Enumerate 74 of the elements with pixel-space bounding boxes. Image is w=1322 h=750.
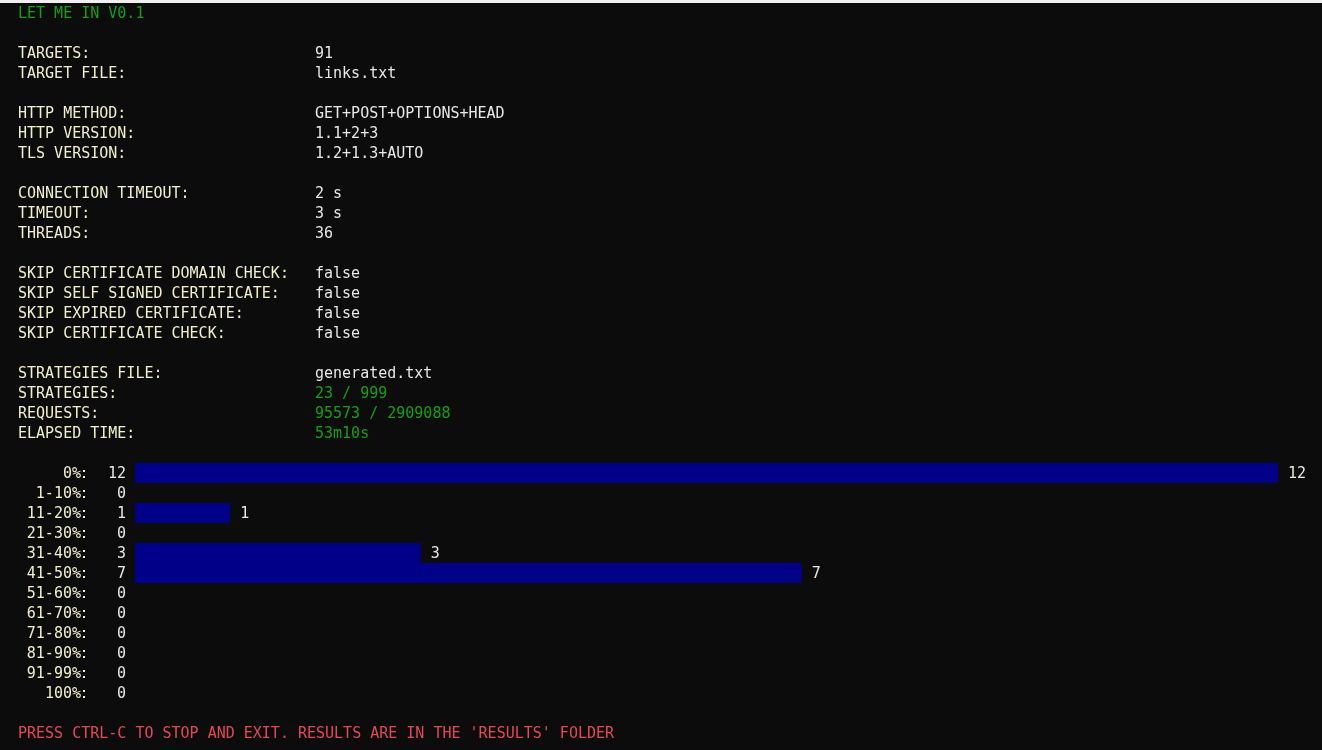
- setting-value: GET+POST+OPTIONS+HEAD: [315, 103, 505, 123]
- count-value: 0: [116, 604, 126, 622]
- range-label: 61-70%: [26, 604, 81, 622]
- setting-label: ELAPSED TIME:: [18, 423, 137, 443]
- setting-value: 91: [315, 43, 334, 63]
- setting-label: REQUESTS:: [18, 403, 101, 423]
- range-label: 31-40%: [26, 544, 81, 562]
- setting-label: SKIP SELF SIGNED CERTIFICATE:: [18, 283, 281, 303]
- setting-label: TLS VERSION:: [18, 143, 128, 163]
- range-label: 1-10%: [35, 484, 81, 502]
- setting-value: 2 s: [315, 183, 343, 203]
- setting-label: SKIP EXPIRED CERTIFICATE:: [18, 303, 245, 323]
- range-label: 0%: [62, 464, 81, 482]
- setting-value: 53m10s: [315, 423, 370, 443]
- app-title: LET ME IN V0.1: [18, 3, 145, 23]
- colon-separator: [83, 570, 85, 578]
- exit-hint: PRESS CTRL-C TO STOP AND EXIT. RESULTS ARE IN THE 'RESULTS' FOLDER: [18, 723, 615, 743]
- range-label: 21-30%: [26, 524, 81, 542]
- setting-value: false: [315, 283, 361, 303]
- range-label: 91-99%: [26, 664, 81, 682]
- colon-separator: [83, 610, 85, 618]
- range-label: 41-50%: [26, 564, 81, 582]
- setting-value: 3 s: [315, 203, 343, 223]
- setting-label: STRATEGIES FILE:: [18, 363, 164, 383]
- colon-separator: [83, 690, 85, 698]
- count-value: 7: [116, 564, 126, 582]
- range-label: 71-80%: [26, 624, 81, 642]
- range-label: 100%: [44, 684, 81, 702]
- count-value: 0: [116, 484, 126, 502]
- count-value: 0: [116, 624, 126, 642]
- setting-value: 36: [315, 223, 334, 243]
- count-value: 0: [116, 664, 126, 682]
- range-label: 11-20%: [26, 504, 81, 522]
- colon-separator: [83, 670, 85, 678]
- colon-separator: [83, 550, 85, 558]
- range-label: 51-60%: [26, 584, 81, 602]
- setting-value: 1.1+2+3: [315, 123, 379, 143]
- bar-value-label: 7: [811, 564, 821, 582]
- setting-value: 95573 / 2909088: [315, 403, 451, 423]
- colon-separator: [83, 490, 85, 498]
- colon-separator: [83, 510, 85, 518]
- setting-label: HTTP METHOD:: [18, 103, 128, 123]
- setting-label: SKIP CERTIFICATE DOMAIN CHECK:: [18, 263, 290, 283]
- count-value: 0: [116, 584, 126, 602]
- count-value: 3: [116, 544, 126, 562]
- colon-separator: [83, 470, 85, 478]
- setting-label: STRATEGIES:: [18, 383, 119, 403]
- count-value: 0: [116, 644, 126, 662]
- colon-separator: [83, 650, 85, 658]
- count-value: 1: [116, 504, 126, 522]
- colon-separator: [83, 530, 85, 538]
- setting-value: false: [315, 323, 361, 343]
- setting-value: false: [315, 303, 361, 323]
- setting-label: TARGETS:: [18, 43, 92, 63]
- count-value: 12: [107, 464, 126, 482]
- setting-value: false: [315, 263, 361, 283]
- setting-label: TARGET FILE:: [18, 63, 128, 83]
- colon-separator: [83, 590, 85, 598]
- setting-label: THREADS:: [18, 223, 92, 243]
- setting-label: TIMEOUT:: [18, 203, 92, 223]
- bar-value-label: 1: [240, 504, 250, 522]
- count-value: 0: [116, 524, 126, 542]
- bar-value-label: 12: [1288, 464, 1307, 482]
- colon-separator: [83, 630, 85, 638]
- setting-label: SKIP CERTIFICATE CHECK:: [18, 323, 227, 343]
- bar-value-label: 3: [430, 544, 440, 562]
- count-value: 0: [116, 684, 126, 702]
- range-label: 81-90%: [26, 644, 81, 662]
- setting-value: generated.txt: [315, 363, 433, 383]
- setting-label: CONNECTION TIMEOUT:: [18, 183, 191, 203]
- setting-value: 1.2+1.3+AUTO: [315, 143, 424, 163]
- setting-value: links.txt: [315, 63, 397, 83]
- setting-value: 23 / 999: [315, 383, 388, 403]
- setting-label: HTTP VERSION:: [18, 123, 137, 143]
